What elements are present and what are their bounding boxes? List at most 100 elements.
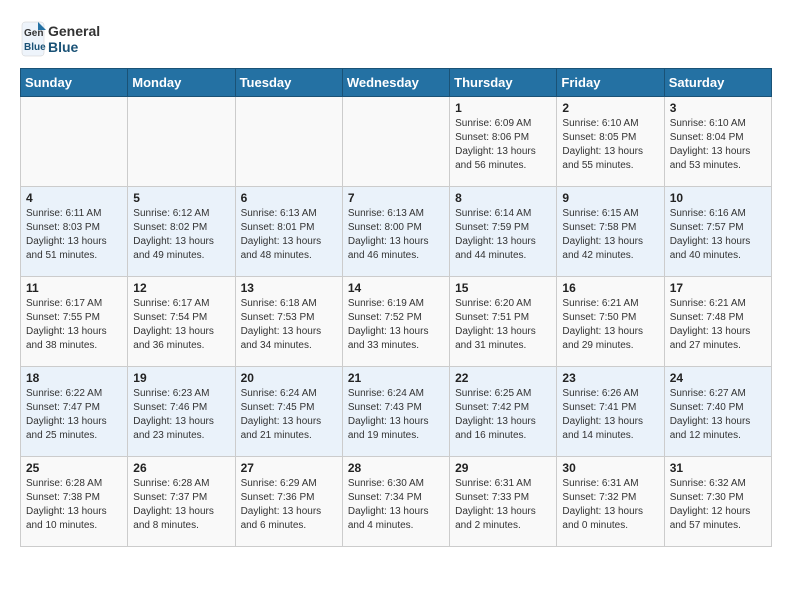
calendar-cell [21, 97, 128, 187]
calendar-cell: 15 Sunrise: 6:20 AM Sunset: 7:51 PM Dayli… [450, 277, 557, 367]
day-info: Sunrise: 6:21 AM Sunset: 7:48 PM Dayligh… [670, 297, 766, 353]
day-info: Sunrise: 6:24 AM Sunset: 7:43 PM Dayligh… [348, 387, 444, 443]
day-info: Sunrise: 6:29 AM Sunset: 7:36 PM Dayligh… [241, 477, 337, 533]
calendar-cell: 8 Sunrise: 6:14 AM Sunset: 7:59 PM Daylig… [450, 187, 557, 277]
day-info: Sunrise: 6:14 AM Sunset: 7:59 PM Dayligh… [455, 207, 551, 263]
day-number: 27 [241, 461, 337, 475]
weekday-header-friday: Friday [557, 69, 664, 97]
calendar-cell: 12 Sunrise: 6:17 AM Sunset: 7:54 PM Dayli… [128, 277, 235, 367]
calendar-cell: 2Sunrise: 6:10 AM Sunset: 8:05 PM Daylig… [557, 97, 664, 187]
weekday-header-saturday: Saturday [664, 69, 771, 97]
calendar-cell: 16Sunrise: 6:21 AM Sunset: 7:50 PM Dayli… [557, 277, 664, 367]
calendar-cell: 4 Sunrise: 6:11 AM Sunset: 8:03 PM Daylig… [21, 187, 128, 277]
day-number: 26 [133, 461, 229, 475]
calendar-cell: 10 Sunrise: 6:16 AM Sunset: 7:57 PM Dayli… [664, 187, 771, 277]
day-info: Sunrise: 6:25 AM Sunset: 7:42 PM Dayligh… [455, 387, 551, 443]
logo-svg: General Blue Gen Blue [20, 20, 130, 58]
day-number: 7 [348, 191, 444, 205]
day-info: Sunrise: 6:12 AM Sunset: 8:02 PM Dayligh… [133, 207, 229, 263]
day-number: 10 [670, 191, 766, 205]
day-info: Sunrise: 6:13 AM Sunset: 8:01 PM Dayligh… [241, 207, 337, 263]
day-number: 9 [562, 191, 658, 205]
day-info: Sunrise: 6:17 AM Sunset: 7:55 PM Dayligh… [26, 297, 122, 353]
weekday-header-monday: Monday [128, 69, 235, 97]
day-info: Sunrise: 6:26 AM Sunset: 7:41 PM Dayligh… [562, 387, 658, 443]
weekday-header-sunday: Sunday [21, 69, 128, 97]
day-number: 13 [241, 281, 337, 295]
calendar-cell: 24 Sunrise: 6:27 AM Sunset: 7:40 PM Dayli… [664, 367, 771, 457]
day-info: Sunrise: 6:09 AM Sunset: 8:06 PM Dayligh… [455, 117, 551, 173]
day-number: 12 [133, 281, 229, 295]
day-info: Sunrise: 6:31 AM Sunset: 7:32 PM Dayligh… [562, 477, 658, 533]
calendar-cell: 3 Sunrise: 6:10 AM Sunset: 8:04 PM Daylig… [664, 97, 771, 187]
day-info: Sunrise: 6:27 AM Sunset: 7:40 PM Dayligh… [670, 387, 766, 443]
day-info: Sunrise: 6:24 AM Sunset: 7:45 PM Dayligh… [241, 387, 337, 443]
calendar-cell: 7 Sunrise: 6:13 AM Sunset: 8:00 PM Daylig… [342, 187, 449, 277]
svg-text:Blue: Blue [48, 39, 79, 55]
day-info: Sunrise: 6:31 AM Sunset: 7:33 PM Dayligh… [455, 477, 551, 533]
day-number: 30 [562, 461, 658, 475]
day-number: 14 [348, 281, 444, 295]
calendar-cell: 30 Sunrise: 6:31 AM Sunset: 7:32 PM Dayli… [557, 457, 664, 547]
weekday-header-row: SundayMondayTuesdayWednesdayThursdayFrid… [21, 69, 772, 97]
calendar-cell: 25Sunrise: 6:28 AM Sunset: 7:38 PM Dayli… [21, 457, 128, 547]
day-info: Sunrise: 6:22 AM Sunset: 7:47 PM Dayligh… [26, 387, 122, 443]
day-info: Sunrise: 6:18 AM Sunset: 7:53 PM Dayligh… [241, 297, 337, 353]
day-info: Sunrise: 6:10 AM Sunset: 8:05 PM Dayligh… [562, 117, 658, 173]
calendar-cell: 1 Sunrise: 6:09 AM Sunset: 8:06 PM Daylig… [450, 97, 557, 187]
day-info: Sunrise: 6:19 AM Sunset: 7:52 PM Dayligh… [348, 297, 444, 353]
day-number: 31 [670, 461, 766, 475]
day-info: Sunrise: 6:20 AM Sunset: 7:51 PM Dayligh… [455, 297, 551, 353]
calendar-cell: 27 Sunrise: 6:29 AM Sunset: 7:36 PM Dayli… [235, 457, 342, 547]
calendar-cell: 22 Sunrise: 6:25 AM Sunset: 7:42 PM Dayli… [450, 367, 557, 457]
day-info: Sunrise: 6:17 AM Sunset: 7:54 PM Dayligh… [133, 297, 229, 353]
day-number: 25 [26, 461, 122, 475]
calendar-cell: 26 Sunrise: 6:28 AM Sunset: 7:37 PM Dayli… [128, 457, 235, 547]
weekday-header-thursday: Thursday [450, 69, 557, 97]
calendar-cell: 17 Sunrise: 6:21 AM Sunset: 7:48 PM Dayli… [664, 277, 771, 367]
day-info: Sunrise: 6:13 AM Sunset: 8:00 PM Dayligh… [348, 207, 444, 263]
calendar-cell: 20 Sunrise: 6:24 AM Sunset: 7:45 PM Dayli… [235, 367, 342, 457]
calendar-cell: 29 Sunrise: 6:31 AM Sunset: 7:33 PM Dayli… [450, 457, 557, 547]
calendar-cell: 6 Sunrise: 6:13 AM Sunset: 8:01 PM Daylig… [235, 187, 342, 277]
day-info: Sunrise: 6:10 AM Sunset: 8:04 PM Dayligh… [670, 117, 766, 173]
calendar-week-5: 25Sunrise: 6:28 AM Sunset: 7:38 PM Dayli… [21, 457, 772, 547]
logo: General Blue Gen Blue [20, 20, 130, 58]
day-info: Sunrise: 6:28 AM Sunset: 7:37 PM Dayligh… [133, 477, 229, 533]
calendar-cell: 11Sunrise: 6:17 AM Sunset: 7:55 PM Dayli… [21, 277, 128, 367]
day-number: 17 [670, 281, 766, 295]
day-number: 16 [562, 281, 658, 295]
calendar-cell: 19Sunrise: 6:23 AM Sunset: 7:46 PM Dayli… [128, 367, 235, 457]
day-info: Sunrise: 6:11 AM Sunset: 8:03 PM Dayligh… [26, 207, 122, 263]
calendar-week-1: 1 Sunrise: 6:09 AM Sunset: 8:06 PM Daylig… [21, 97, 772, 187]
calendar-table: SundayMondayTuesdayWednesdayThursdayFrid… [20, 68, 772, 547]
day-number: 1 [455, 101, 551, 115]
calendar-cell: 13 Sunrise: 6:18 AM Sunset: 7:53 PM Dayli… [235, 277, 342, 367]
day-info: Sunrise: 6:30 AM Sunset: 7:34 PM Dayligh… [348, 477, 444, 533]
day-number: 22 [455, 371, 551, 385]
calendar-cell [235, 97, 342, 187]
day-number: 20 [241, 371, 337, 385]
day-number: 18 [26, 371, 122, 385]
day-number: 6 [241, 191, 337, 205]
day-number: 29 [455, 461, 551, 475]
calendar-week-2: 4 Sunrise: 6:11 AM Sunset: 8:03 PM Daylig… [21, 187, 772, 277]
day-number: 19 [133, 371, 229, 385]
weekday-header-wednesday: Wednesday [342, 69, 449, 97]
page-header: General Blue Gen Blue [20, 20, 772, 58]
day-number: 15 [455, 281, 551, 295]
day-number: 3 [670, 101, 766, 115]
day-number: 8 [455, 191, 551, 205]
calendar-cell: 23Sunrise: 6:26 AM Sunset: 7:41 PM Dayli… [557, 367, 664, 457]
calendar-cell: 9 Sunrise: 6:15 AM Sunset: 7:58 PM Daylig… [557, 187, 664, 277]
calendar-week-3: 11Sunrise: 6:17 AM Sunset: 7:55 PM Dayli… [21, 277, 772, 367]
day-number: 4 [26, 191, 122, 205]
day-number: 24 [670, 371, 766, 385]
calendar-week-4: 18 Sunrise: 6:22 AM Sunset: 7:47 PM Dayli… [21, 367, 772, 457]
calendar-cell: 31Sunrise: 6:32 AM Sunset: 7:30 PM Dayli… [664, 457, 771, 547]
day-info: Sunrise: 6:15 AM Sunset: 7:58 PM Dayligh… [562, 207, 658, 263]
svg-text:Blue: Blue [24, 42, 46, 53]
calendar-cell: 18 Sunrise: 6:22 AM Sunset: 7:47 PM Dayli… [21, 367, 128, 457]
calendar-cell [128, 97, 235, 187]
day-info: Sunrise: 6:16 AM Sunset: 7:57 PM Dayligh… [670, 207, 766, 263]
